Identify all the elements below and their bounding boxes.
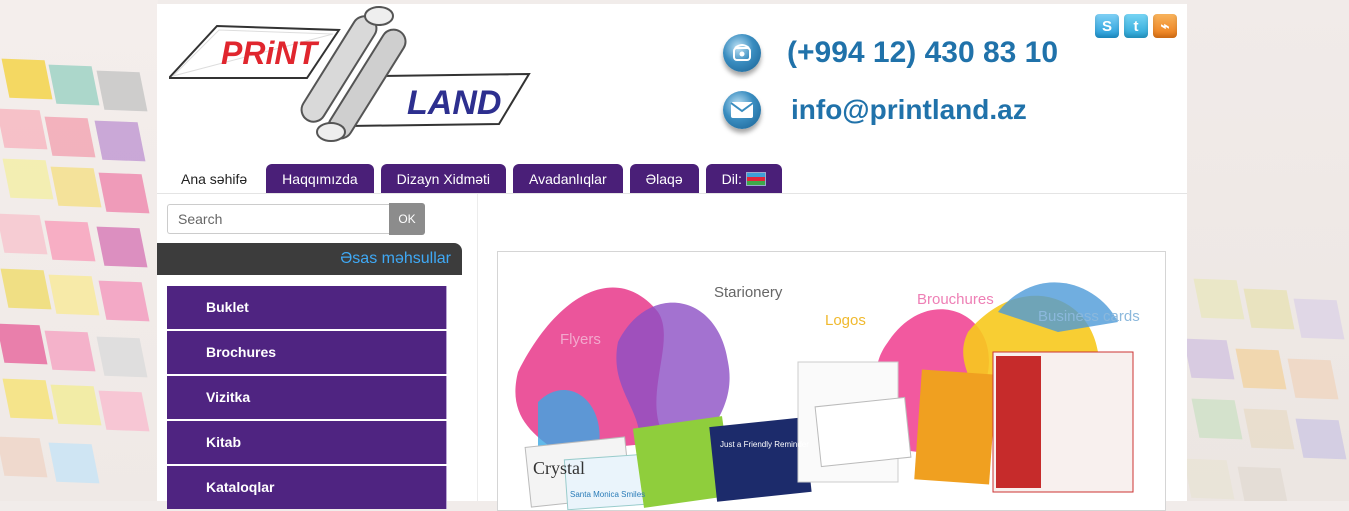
search-button[interactable]: OK	[389, 203, 425, 235]
banner-print-brand: Crystal	[533, 458, 585, 478]
phone-number: (+994 12) 430 83 10	[787, 36, 1059, 69]
category-list: Buklet Brochures Vizitka Kitab Kataloqla…	[167, 286, 447, 511]
sidebar-item-vizitka[interactable]: Vizitka	[167, 376, 447, 419]
banner-label-business-cards: Business cards	[1038, 308, 1140, 325]
background-left-swatches	[0, 0, 158, 501]
nav-divider	[157, 193, 1187, 194]
banner-print-brand-2: Santa Monica Smiles	[570, 490, 645, 499]
language-label: Dil:	[721, 171, 742, 187]
logo-graphic: PRiNT LAND	[166, 6, 531, 142]
banner-graphic: Crystal Santa Monica Smiles Just a Frien…	[515, 282, 1134, 510]
sidebar-item-kitab[interactable]: Kitab	[167, 421, 447, 464]
sidebar-item-brochures[interactable]: Brochures	[167, 331, 447, 374]
email-row: info@printland.az	[723, 91, 1027, 129]
sidebar-item-buklet[interactable]: Buklet	[167, 286, 447, 329]
azerbaijan-flag-icon	[745, 172, 766, 186]
search-input[interactable]	[167, 204, 389, 234]
tab-home[interactable]: Ana səhifə	[169, 164, 260, 194]
print-land-logo[interactable]: PRiNT LAND	[166, 4, 539, 154]
phone-row: (+994 12) 430 83 10	[723, 34, 1058, 72]
rss-icon[interactable]: ⌁	[1153, 14, 1177, 38]
sidebar-divider	[477, 194, 478, 501]
logo-text-print: PRiNT	[221, 35, 319, 71]
tab-design[interactable]: Dizayn Xidməti	[380, 164, 507, 194]
phone-icon	[723, 34, 761, 72]
tab-about[interactable]: Haqqımızda	[266, 164, 374, 194]
main-navigation: Ana səhifə Haqqımızda Dizayn Xidməti Ava…	[169, 164, 782, 194]
mail-icon	[723, 91, 761, 129]
logo-text-land: LAND	[407, 84, 501, 122]
social-links: S t ⌁	[1095, 14, 1177, 38]
skype-icon[interactable]: S	[1095, 14, 1119, 38]
email-address[interactable]: info@printland.az	[791, 94, 1027, 126]
page-container: PRiNT LAND S t ⌁ (+994 12) 430 83 10 inf…	[157, 4, 1187, 511]
tab-contact[interactable]: Əlaqə	[629, 164, 699, 194]
tab-equipment[interactable]: Avadanlıqlar	[513, 164, 623, 194]
search-form: OK	[167, 203, 425, 235]
sidebar-item-kataloqlar[interactable]: Kataloqlar	[167, 466, 447, 509]
banner-label-brochures: Brouchures	[917, 291, 994, 308]
twitter-icon[interactable]: t	[1124, 14, 1148, 38]
banner-image: Crystal Santa Monica Smiles Just a Frien…	[497, 251, 1166, 511]
banner-label-stationery: Starionery	[714, 284, 783, 301]
background-right-swatches	[1187, 0, 1349, 501]
sidebar-heading: Əsas məhsullar	[157, 243, 462, 275]
banner-label-logos: Logos	[825, 312, 866, 329]
tab-language[interactable]: Dil:	[705, 164, 782, 194]
banner-label-flyers: Flyers	[560, 331, 601, 348]
banner-card-text: Just a Friendly Reminder	[720, 440, 809, 449]
